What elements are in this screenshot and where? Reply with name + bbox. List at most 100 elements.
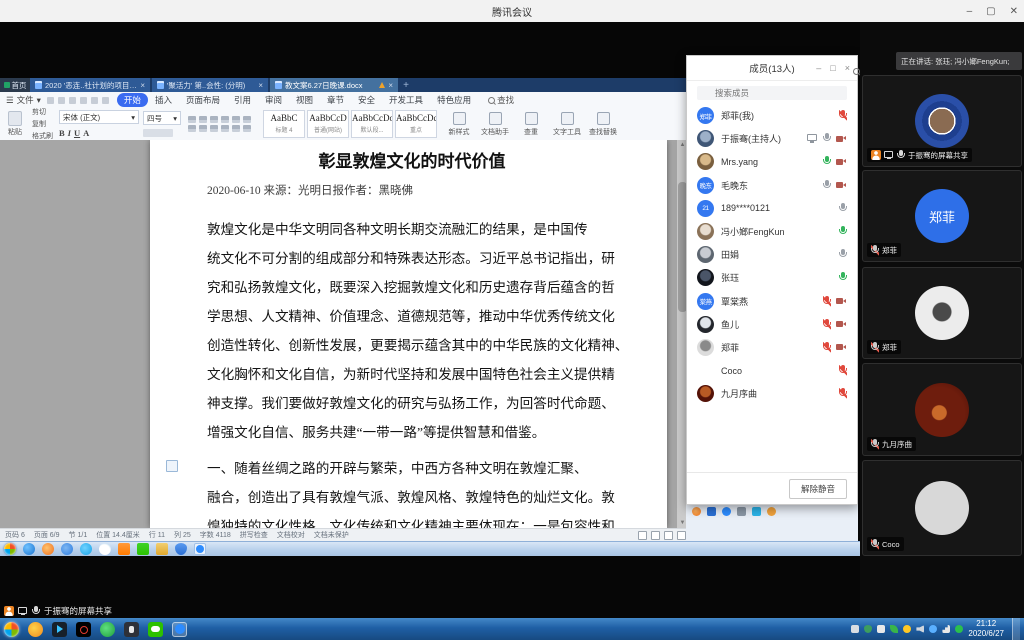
wps-icon[interactable] xyxy=(118,543,130,555)
network-icon[interactable] xyxy=(942,625,950,633)
phone-icon[interactable] xyxy=(929,625,937,633)
speaker-icon[interactable] xyxy=(916,625,924,633)
panel-maximize-icon[interactable]: □ xyxy=(830,63,835,73)
member-row[interactable]: 21 189****0121 xyxy=(687,197,857,220)
style-cell[interactable]: AaBbCcDd默认段... xyxy=(351,110,393,138)
plagiarism-check-button[interactable]: 查重 xyxy=(513,112,549,137)
camera-icon[interactable] xyxy=(752,507,761,516)
message-icon[interactable] xyxy=(877,625,885,633)
meeting-icon[interactable] xyxy=(172,622,187,637)
close-tab-icon[interactable]: × xyxy=(388,81,393,90)
video-tile[interactable]: Coco xyxy=(862,460,1022,556)
member-row[interactable]: Coco xyxy=(687,359,857,382)
member-row[interactable]: 鱼儿 xyxy=(687,313,857,336)
view-mode-icons[interactable] xyxy=(638,531,686,540)
chat-icon[interactable] xyxy=(767,507,776,516)
close-tab-icon[interactable]: × xyxy=(258,81,263,90)
ribbon-tab[interactable]: 安全 xyxy=(351,93,382,107)
video-tile[interactable]: 九月序曲 xyxy=(862,363,1022,456)
ribbon-tab[interactable]: 开始 xyxy=(117,93,148,107)
leaf-icon[interactable] xyxy=(890,625,898,633)
member-row[interactable]: 九月序曲 xyxy=(687,382,857,405)
ribbon-tab[interactable]: 引用 xyxy=(227,93,258,107)
font-size-select[interactable]: 四号▾ xyxy=(143,111,181,125)
paragraph-format-icons[interactable] xyxy=(188,116,252,132)
member-row[interactable]: 冯小嫏FengKun xyxy=(687,220,857,243)
doc-tab-active[interactable]: 教文案6.27日晚课.docx × xyxy=(270,78,398,92)
member-row[interactable]: 于振骞(主持人) xyxy=(687,127,857,150)
text-tools-button[interactable]: 文字工具 xyxy=(549,112,585,137)
member-row[interactable]: 棠燕 覃棠燕 xyxy=(687,290,857,313)
shield-icon[interactable] xyxy=(175,543,187,555)
wechat-icon[interactable] xyxy=(148,622,163,637)
green-icon[interactable] xyxy=(100,622,115,637)
style-cell[interactable]: AaBbCcDc重点 xyxy=(395,110,437,138)
doc-assistant-button[interactable]: 文档助手 xyxy=(477,112,513,137)
wechat-icon[interactable] xyxy=(137,543,149,555)
speaker-icon[interactable] xyxy=(737,507,746,516)
arrow-icon[interactable] xyxy=(61,543,73,555)
paste-button[interactable]: 粘贴 xyxy=(0,111,30,137)
member-search-input[interactable] xyxy=(697,86,847,100)
video-tile[interactable]: 郑菲 郑菲 xyxy=(862,170,1022,262)
dot-icon[interactable] xyxy=(903,625,911,633)
doc-tab-2[interactable]: '聚活力' 第..会性: (分明) × xyxy=(152,78,268,92)
quick-access-icons[interactable] xyxy=(47,97,109,104)
style-cell[interactable]: AaBbC标题 4 xyxy=(263,110,305,138)
pps-icon[interactable] xyxy=(80,543,92,555)
taskbar-clock[interactable]: 21:12 2020/6/27 xyxy=(968,619,1004,639)
input-icon[interactable] xyxy=(707,507,716,516)
ok-icon[interactable] xyxy=(76,622,91,637)
dark-icon[interactable] xyxy=(124,622,139,637)
member-row[interactable]: 郑菲 xyxy=(687,336,857,359)
panel-minimize-icon[interactable]: – xyxy=(816,63,821,73)
panel-close-icon[interactable]: × xyxy=(845,63,850,73)
find-replace-button[interactable]: 查找替换 xyxy=(585,112,621,137)
document-page[interactable]: 彰显敦煌文化的时代价值 2020-06-10 来源：光明日报作者：黑晓佛 敦煌文… xyxy=(150,140,667,528)
member-row[interactable]: Mrs.yang xyxy=(687,150,857,173)
ribbon-tab[interactable]: 开发工具 xyxy=(382,93,430,107)
wps-home-tab[interactable]: 首页 xyxy=(0,78,30,92)
new-style-button[interactable]: 新样式 xyxy=(441,112,477,137)
doc-tab-1[interactable]: 2020 '恶连..社计划的项目模板 × xyxy=(30,78,150,92)
start-icon[interactable] xyxy=(4,622,19,637)
ribbon-tab[interactable]: 视图 xyxy=(289,93,320,107)
close-icon[interactable]: ✕ xyxy=(1010,6,1018,17)
new-tab-button[interactable]: + xyxy=(398,78,414,92)
ribbon-tab[interactable]: 章节 xyxy=(320,93,351,107)
uc-icon[interactable] xyxy=(28,622,43,637)
video-tile[interactable]: 郑菲 xyxy=(862,267,1022,359)
copy-button[interactable]: 复制 xyxy=(32,119,53,129)
sogou-icon[interactable] xyxy=(42,543,54,555)
member-row[interactable]: 晚东 毛晚东 xyxy=(687,174,857,197)
minimize-icon[interactable]: – xyxy=(967,6,973,17)
phone-icon[interactable] xyxy=(722,507,731,516)
shield-icon[interactable] xyxy=(864,625,872,633)
ribbon-tab[interactable]: 插入 xyxy=(148,93,179,107)
highlight-color-icon[interactable] xyxy=(143,129,173,137)
printer-icon[interactable] xyxy=(851,625,859,633)
meeting-icon[interactable] xyxy=(194,543,206,555)
play-icon[interactable] xyxy=(52,622,67,637)
ribbon-tab[interactable]: 特色应用 xyxy=(430,93,478,107)
video-tile[interactable]: 于振骞的屏幕共享 xyxy=(862,75,1022,167)
start-icon[interactable] xyxy=(4,543,16,555)
find-button[interactable]: 查找 xyxy=(488,94,514,106)
cloud-icon[interactable] xyxy=(99,543,111,555)
browser-icon[interactable] xyxy=(692,507,701,516)
member-row[interactable]: 张珏 xyxy=(687,266,857,289)
member-row[interactable]: 郑菲 郑菲(我) xyxy=(687,104,857,127)
style-cell[interactable]: AaBbCcD普通(网站) xyxy=(307,110,349,138)
show-desktop-button[interactable] xyxy=(1012,618,1020,640)
folder-icon[interactable] xyxy=(156,543,168,555)
unmute-button[interactable]: 解除静音 xyxy=(789,479,847,499)
file-menu[interactable]: ☰ 文件 ▾ xyxy=(0,94,47,106)
font-format-buttons[interactable]: BI UA xyxy=(59,128,139,138)
font-name-select[interactable]: 宋体 (正文)▾ xyxy=(59,110,139,124)
ribbon-tab[interactable]: 页面布局 xyxy=(179,93,227,107)
ribbon-tab[interactable]: 审阅 xyxy=(258,93,289,107)
close-tab-icon[interactable]: × xyxy=(140,81,145,90)
cut-button[interactable]: 剪切 xyxy=(32,107,53,117)
maximize-icon[interactable]: ▢ xyxy=(986,6,995,17)
member-row[interactable]: 田娟 xyxy=(687,243,857,266)
